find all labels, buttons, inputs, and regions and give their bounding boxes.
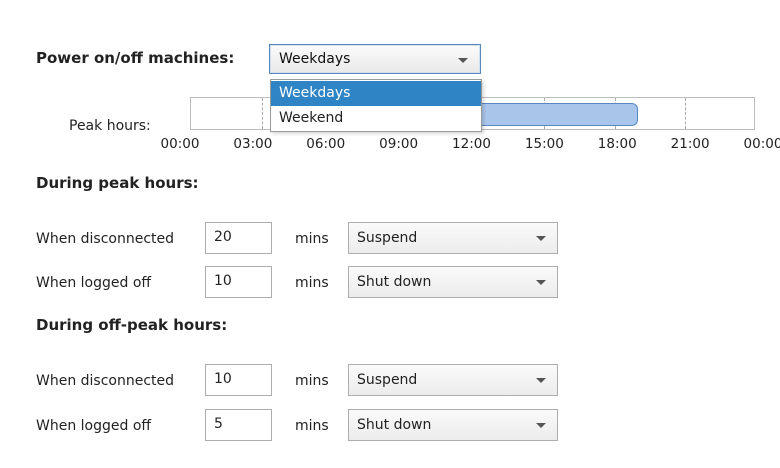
offpeak-disconnected-unit: mins [295,373,329,389]
timeline-tick-label: 06:00 [306,136,346,152]
offpeak-disconnected-label: When disconnected [36,373,175,389]
menu-item-weekdays[interactable]: Weekdays [271,81,481,106]
chevron-down-icon [536,378,546,383]
power-schedule-menu: Weekdays Weekend [270,79,482,132]
timeline-tick-label: 03:00 [233,136,273,152]
peak-disconnected-unit: mins [295,231,329,247]
timeline-tick-label: 00:00 [160,136,200,152]
offpeak-heading: During off-peak hours: [36,316,228,334]
offpeak-loggedoff-minutes-input[interactable]: 5 [205,409,272,441]
peak-loggedoff-minutes-input[interactable]: 10 [205,266,272,298]
peak-loggedoff-action-select[interactable]: Shut down [348,266,558,298]
power-schedule-dropdown[interactable]: Weekdays [269,44,481,74]
timeline-tick-label: 21:00 [670,136,710,152]
timeline-tick-line [261,98,263,129]
peak-hours-label: Peak hours: [69,118,151,134]
power-label: Power on/off machines: [36,49,235,67]
peak-disconnected-action-select[interactable]: Suspend [348,222,558,254]
power-schedule-value: Weekdays [279,51,351,67]
chevron-down-icon [536,280,546,285]
chevron-down-icon [536,423,546,428]
offpeak-loggedoff-label: When logged off [36,418,152,434]
offpeak-loggedoff-action-select[interactable]: Shut down [348,409,558,441]
peak-disconnected-action-value: Suspend [357,230,418,246]
offpeak-disconnected-action-select[interactable]: Suspend [348,364,558,396]
peak-disconnected-minutes-input[interactable]: 20 [205,222,272,254]
timeline-tick-label: 09:00 [379,136,419,152]
timeline-tick-label: 00:00 [743,136,780,152]
chevron-down-icon [536,236,546,241]
offpeak-loggedoff-unit: mins [295,418,329,434]
peak-loggedoff-unit: mins [295,275,329,291]
timeline-tick-line [685,98,687,129]
offpeak-disconnected-minutes-input[interactable]: 10 [205,364,272,396]
peak-loggedoff-label: When logged off [36,275,152,291]
offpeak-loggedoff-action-value: Shut down [357,417,432,433]
peak-disconnected-label: When disconnected [36,231,175,247]
menu-item-weekend[interactable]: Weekend [271,106,481,131]
timeline-tick-label: 15:00 [524,136,564,152]
offpeak-disconnected-action-value: Suspend [357,372,418,388]
chevron-down-icon [458,58,468,63]
peak-loggedoff-action-value: Shut down [357,274,432,290]
peak-heading: During peak hours: [36,174,199,192]
timeline-tick-label: 18:00 [597,136,637,152]
timeline-tick-label: 12:00 [452,136,491,152]
